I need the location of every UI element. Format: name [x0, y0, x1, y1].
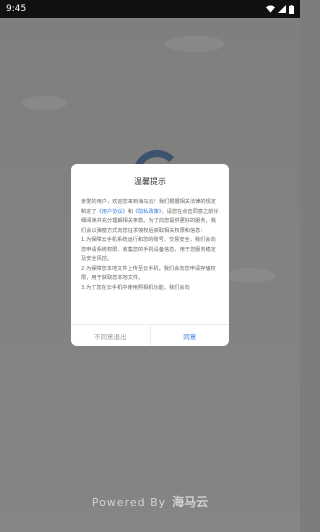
- footer-brand: 海马云: [172, 495, 209, 509]
- permission-item-1: 1.为保障云手机系统运行和您的账号、交易安全，我们会向您申请系统权限、收集您的手…: [81, 237, 216, 262]
- dialog-actions: 不同意退出 同意: [71, 324, 229, 346]
- signal-icon: [278, 5, 286, 13]
- battery-icon: [289, 4, 294, 14]
- status-icons: [266, 4, 294, 14]
- agree-button[interactable]: 同意: [151, 325, 230, 346]
- dialog-paragraph: 亲爱的用户，欢迎您来到海马云！我们根据相关法律的规定制定了《用户协议》和《隐私政…: [81, 198, 219, 236]
- user-agreement-link[interactable]: 《用户协议》: [97, 209, 128, 215]
- permission-item-2: 2.为保障您本地文件上传至云手机，我们会向您申请存储权限，用于获取您本地文件。: [81, 265, 216, 282]
- footer: Powered By 海马云: [0, 493, 300, 510]
- powered-by-text: Powered By: [91, 496, 167, 509]
- permission-item-3: 3.为了您在云手机中使用照相机功能，我们会向: [81, 284, 190, 291]
- privacy-dialog: 温馨提示 亲爱的用户，欢迎您来到海马云！我们根据相关法律的规定制定了《用户协议》…: [71, 164, 229, 346]
- privacy-policy-link[interactable]: 《隐私政策》: [133, 209, 162, 215]
- dialog-title: 温馨提示: [134, 177, 166, 186]
- background-cloud: [22, 96, 67, 110]
- status-bar: 9:45: [0, 0, 300, 18]
- background-cloud: [165, 36, 225, 52]
- wifi-icon: [266, 5, 275, 13]
- background-cloud: [225, 268, 275, 283]
- dialog-body[interactable]: 亲爱的用户，欢迎您来到海马云！我们根据相关法律的规定制定了《用户协议》和《隐私政…: [71, 198, 229, 324]
- status-time: 9:45: [6, 4, 27, 14]
- disagree-exit-button[interactable]: 不同意退出: [71, 325, 151, 346]
